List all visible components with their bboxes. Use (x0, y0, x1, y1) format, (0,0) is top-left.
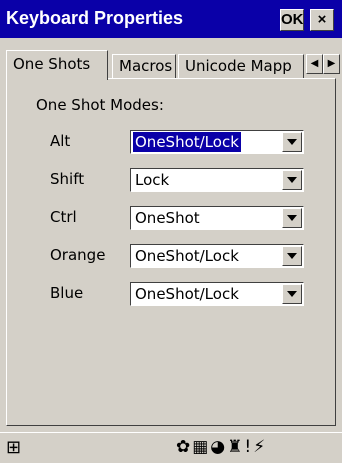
shift-select[interactable]: Lock (130, 168, 304, 192)
chevron-down-icon (287, 215, 297, 221)
label-blue: Blue (50, 284, 84, 302)
orange-dropdown-button[interactable] (282, 246, 302, 266)
ok-button[interactable]: OK (280, 9, 304, 31)
blue-select[interactable]: OneShot/Lock (130, 282, 304, 306)
section-heading: One Shot Modes: (36, 96, 164, 114)
label-alt: Alt (50, 132, 71, 150)
ctrl-select-value: OneShot (135, 209, 200, 227)
alt-select-value: OneShot/Lock (132, 131, 242, 153)
ctrl-dropdown-button[interactable] (282, 208, 302, 228)
window-title: Keyboard Properties (6, 8, 184, 28)
ctrl-select[interactable]: OneShot (130, 206, 304, 230)
orange-select-value: OneShot/Lock (135, 247, 239, 265)
taskbar: ⊞ ✿▦◕♜!⚡ (0, 432, 342, 463)
blue-select-value: OneShot/Lock (135, 285, 239, 303)
tab-strip: One Shots Macros Unicode Mapp ◀ ▶ (0, 38, 342, 80)
orange-select[interactable]: OneShot/Lock (130, 244, 304, 268)
label-shift: Shift (50, 170, 85, 188)
title-bar: Keyboard Properties OK × (0, 0, 342, 38)
shift-select-value: Lock (135, 171, 170, 189)
label-orange: Orange (50, 246, 106, 264)
alt-dropdown-button[interactable] (282, 132, 302, 152)
shift-dropdown-button[interactable] (282, 170, 302, 190)
chevron-down-icon (287, 291, 297, 297)
tab-macros[interactable]: Macros (112, 54, 176, 78)
system-tray-icons[interactable]: ✿▦◕♜!⚡ (176, 437, 267, 457)
tab-scroll-left-button[interactable]: ◀ (306, 54, 323, 74)
start-icon[interactable]: ⊞ (6, 437, 21, 458)
alt-select[interactable]: OneShot/Lock (130, 130, 304, 154)
chevron-down-icon (287, 139, 297, 145)
chevron-down-icon (287, 177, 297, 183)
tab-scroll-right-button[interactable]: ▶ (323, 54, 340, 74)
chevron-down-icon (287, 253, 297, 259)
tab-unicode-mapping[interactable]: Unicode Mapp (178, 54, 304, 78)
blue-dropdown-button[interactable] (282, 284, 302, 304)
close-button[interactable]: × (310, 9, 334, 31)
tab-one-shots[interactable]: One Shots (6, 50, 108, 80)
label-ctrl: Ctrl (50, 208, 77, 226)
